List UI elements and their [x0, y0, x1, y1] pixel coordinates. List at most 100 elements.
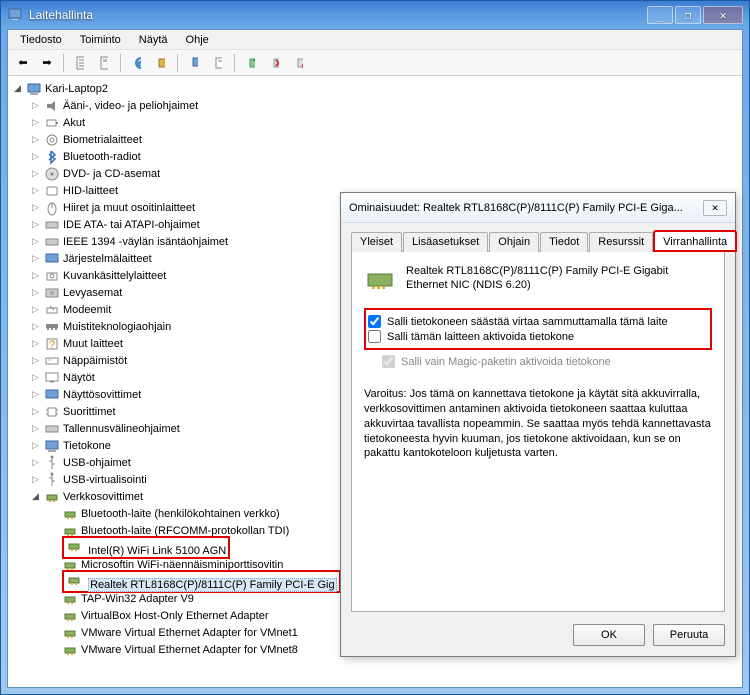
update-driver-button[interactable] [240, 52, 262, 74]
tab-virranhallinta[interactable]: Virranhallinta [654, 231, 736, 251]
dialog-footer: OK Peruuta [341, 616, 735, 656]
expand-icon[interactable] [30, 474, 41, 485]
disable-button[interactable] [288, 52, 310, 74]
menu-nayta[interactable]: Näytä [131, 32, 176, 48]
expand-icon[interactable] [30, 406, 41, 417]
device-label: Realtek RTL8168C(P)/8111C(P) Family PCI-… [88, 578, 337, 592]
category-label: Muistiteknologiaohjain [63, 321, 171, 333]
allow-wake-label: Salli tämän laitteen aktivoida tietokone [387, 331, 574, 343]
menu-tiedosto[interactable]: Tiedosto [12, 32, 70, 48]
tab-lisaasetukset[interactable]: Lisäasetukset [403, 232, 488, 252]
hid-icon [44, 183, 60, 199]
expand-icon[interactable] [30, 304, 41, 315]
tab-resurssit[interactable]: Resurssit [589, 232, 653, 252]
cancel-button[interactable]: Peruuta [653, 624, 725, 646]
expand-icon[interactable] [30, 389, 41, 400]
expand-icon[interactable] [30, 440, 41, 451]
window-buttons: _ ❐ ✕ [647, 6, 743, 24]
close-button[interactable]: ✕ [703, 6, 743, 24]
tree-category-bluetooth[interactable]: Bluetooth-radiot [28, 148, 740, 165]
expand-icon[interactable] [30, 100, 41, 111]
expand-icon[interactable] [30, 185, 41, 196]
menu-ohje[interactable]: Ohje [178, 32, 217, 48]
warning-text: Varoitus: Jos tämä on kannettava tietoko… [364, 387, 712, 461]
device-label: VirtualBox Host-Only Ethernet Adapter [81, 610, 269, 622]
list-icon [76, 55, 84, 71]
allow-wake-checkbox-row[interactable]: Salli tämän laitteen aktivoida tietokone [368, 329, 708, 344]
category-label: Näppäimistöt [63, 355, 127, 367]
config-button[interactable] [150, 52, 172, 74]
expand-icon[interactable] [30, 236, 41, 247]
minimize-button[interactable]: _ [647, 6, 673, 24]
svg-text:?: ? [138, 58, 141, 70]
category-label: IEEE 1394 -väylän isäntäohjaimet [63, 236, 228, 248]
menu-toiminto[interactable]: Toiminto [72, 32, 129, 48]
expand-icon[interactable] [30, 270, 41, 281]
expand-icon[interactable] [30, 253, 41, 264]
device-label: Intel(R) WiFi Link 5100 AGN [88, 545, 226, 557]
maximize-button[interactable]: ❐ [675, 6, 701, 24]
allow-power-save-checkbox[interactable] [368, 315, 381, 328]
back-button[interactable]: ⬅ [12, 52, 34, 74]
audio-icon [44, 98, 60, 114]
expand-icon[interactable] [30, 321, 41, 332]
tree-category-akut[interactable]: Akut [28, 114, 740, 131]
separator [120, 54, 121, 72]
expand-icon[interactable] [12, 83, 23, 94]
tree-category-dvd[interactable]: DVD- ja CD-asemat [28, 165, 740, 182]
expand-icon[interactable] [30, 287, 41, 298]
magic-packet-checkbox-row: Salli vain Magic-paketin aktivoida tieto… [364, 354, 712, 369]
allow-power-save-checkbox-row[interactable]: Salli tietokoneen säästää virtaa sammutt… [368, 314, 708, 329]
help-button[interactable]: ? [126, 52, 148, 74]
uninstall-icon [271, 55, 279, 71]
disk-icon [44, 285, 60, 301]
properties-button[interactable] [207, 52, 229, 74]
tree-category-audio[interactable]: Ääni-, video- ja peliohjaimet [28, 97, 740, 114]
device-label: Bluetooth-laite (RFCOMM-protokollan TDI) [81, 525, 289, 537]
category-label: Näyttösovittimet [63, 389, 141, 401]
expand-icon[interactable] [30, 491, 41, 502]
expand-icon[interactable] [30, 151, 41, 162]
dialog-close-button[interactable]: ✕ [703, 200, 727, 216]
network-adapter-icon [62, 608, 78, 624]
uninstall-button[interactable] [264, 52, 286, 74]
category-label: USB-ohjaimet [63, 457, 131, 469]
tree-root[interactable]: Kari-Laptop2 [10, 80, 740, 97]
forward-button[interactable]: ➡ [36, 52, 58, 74]
tab-ohjain[interactable]: Ohjain [489, 232, 539, 252]
forward-icon: ➡ [42, 56, 51, 69]
view-list-button[interactable] [69, 52, 91, 74]
category-label: Verkkosovittimet [63, 491, 143, 503]
device-label: VMware Virtual Ethernet Adapter for VMne… [81, 644, 298, 656]
expand-icon[interactable] [30, 117, 41, 128]
leaf-icon [48, 508, 59, 519]
tree-category-biometria[interactable]: Biometrialaitteet [28, 131, 740, 148]
tree-root-label: Kari-Laptop2 [45, 83, 108, 95]
device-label: Microsoftin WiFi-näennäisminiporttisovit… [81, 559, 283, 571]
expand-icon[interactable] [30, 423, 41, 434]
separator [63, 54, 64, 72]
ok-button[interactable]: OK [573, 624, 645, 646]
category-label: DVD- ja CD-asemat [63, 168, 160, 180]
expand-icon[interactable] [30, 134, 41, 145]
tab-panel-virranhallinta: Realtek RTL8168C(P)/8111C(P) Family PCI-… [351, 252, 725, 612]
ieee-icon [44, 234, 60, 250]
expand-icon[interactable] [30, 355, 41, 366]
separator [177, 54, 178, 72]
allow-wake-checkbox[interactable] [368, 330, 381, 343]
expand-icon[interactable] [30, 338, 41, 349]
expand-icon[interactable] [30, 202, 41, 213]
scan-button[interactable] [183, 52, 205, 74]
expand-icon[interactable] [30, 219, 41, 230]
scan-icon [190, 55, 198, 71]
tab-tiedot[interactable]: Tiedot [540, 232, 588, 252]
expand-icon[interactable] [30, 457, 41, 468]
expand-icon[interactable] [30, 168, 41, 179]
network-adapter-icon [66, 572, 82, 588]
category-label: Modeemit [63, 304, 111, 316]
expand-icon[interactable] [30, 372, 41, 383]
view-detail-button[interactable] [93, 52, 115, 74]
tab-yleiset[interactable]: Yleiset [351, 232, 402, 252]
biometria-icon [44, 132, 60, 148]
net-icon [44, 489, 60, 505]
